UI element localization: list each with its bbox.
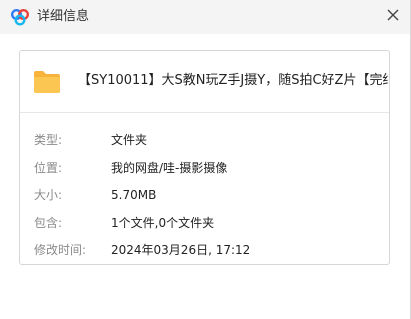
title-bar: 详细信息 bbox=[0, 0, 410, 34]
close-icon[interactable] bbox=[383, 5, 403, 25]
baidu-netdisk-logo-icon bbox=[10, 8, 30, 26]
property-row-contains: 包含: 1个文件,0个文件夹 bbox=[20, 213, 389, 233]
details-panel: 【SY10011】大S教N玩Z手J摄Y，随S拍C好Z片【完结】 类型: 文件夹 … bbox=[19, 50, 390, 265]
property-label: 类型: bbox=[34, 133, 63, 147]
property-label: 包含: bbox=[34, 216, 63, 230]
property-row-size: 大小: 5.70MB bbox=[20, 185, 389, 205]
file-name: 【SY10011】大S教N玩Z手J摄Y，随S拍C好Z片【完结】 bbox=[78, 73, 388, 88]
property-value: 1个文件,0个文件夹 bbox=[111, 216, 215, 230]
property-label: 大小: bbox=[34, 188, 63, 202]
property-value: 5.70MB bbox=[111, 188, 157, 202]
property-row-modified: 修改时间: 2024年03月26日, 17:12 bbox=[20, 240, 389, 260]
details-window: 详细信息 【SY10011】大S教N玩Z手J摄Y，随S拍C好Z片【完结】 类型:… bbox=[0, 0, 411, 319]
property-value: 我的网盘/哇-摄影摄像 bbox=[111, 161, 228, 175]
property-row-type: 类型: 文件夹 bbox=[20, 130, 389, 150]
property-value: 文件夹 bbox=[111, 133, 148, 147]
property-label: 修改时间: bbox=[34, 243, 87, 257]
divider bbox=[20, 112, 389, 113]
window-title: 详细信息 bbox=[37, 9, 90, 24]
property-label: 位置: bbox=[34, 161, 63, 175]
folder-icon bbox=[33, 68, 61, 96]
property-row-location: 位置: 我的网盘/哇-摄影摄像 bbox=[20, 158, 389, 178]
property-value: 2024年03月26日, 17:12 bbox=[111, 243, 251, 257]
